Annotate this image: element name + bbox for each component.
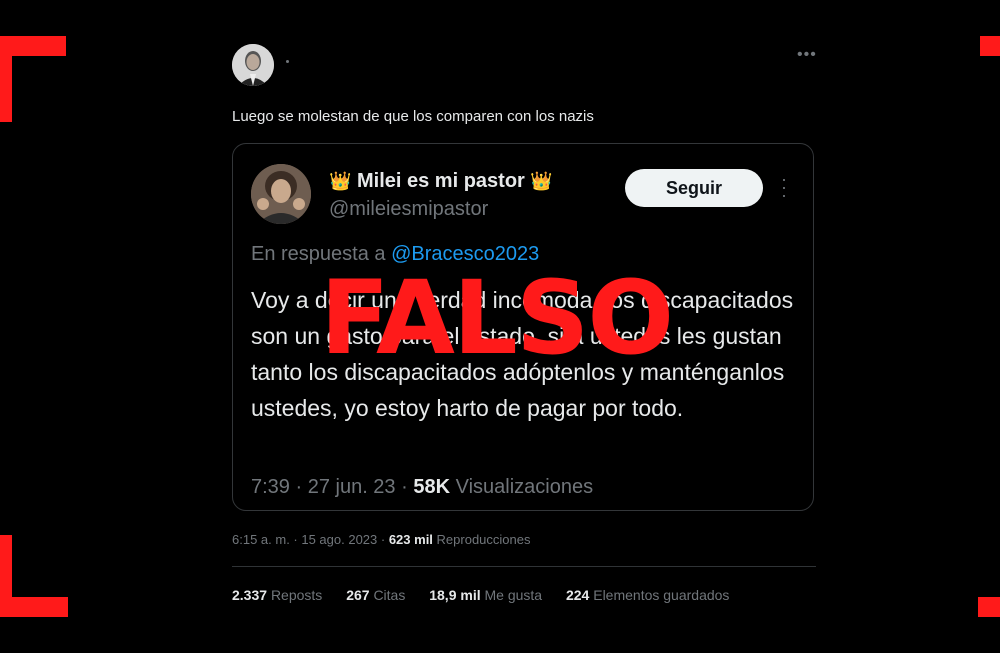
engagement-stats: 2.337 Reposts 267 Citas 18,9 mil Me gust… [232, 587, 749, 603]
bookmarks-stat[interactable]: 224 Elementos guardados [566, 587, 729, 603]
tweet-views-count: 623 mil [388, 532, 433, 547]
likes-count: 18,9 mil [429, 587, 481, 603]
quotes-stat[interactable]: 267 Citas [346, 587, 405, 603]
quoted-timestamp[interactable]: 7:39 · 27 jun. 23 · [251, 476, 413, 498]
more-vertical-icon[interactable]: · · · [781, 170, 787, 204]
divider [232, 566, 816, 567]
crown-icon: 👑 [530, 171, 553, 191]
quoted-display-name-text: Milei es mi pastor [356, 170, 525, 192]
separator-dot [286, 60, 289, 63]
quoted-display-name[interactable]: 👑 Milei es mi pastor 👑 [329, 170, 553, 193]
bookmarks-label: Elementos guardados [593, 587, 730, 603]
quotes-count: 267 [346, 587, 370, 603]
crown-icon: 👑 [329, 171, 352, 191]
quoted-views-label: Visualizaciones [455, 476, 594, 498]
quoted-handle[interactable]: @mileiesmipastor [329, 198, 488, 221]
reposts-count: 2.337 [232, 587, 268, 603]
bookmarks-count: 224 [565, 587, 590, 603]
quotes-label: Citas [373, 587, 406, 603]
corner-bracket-top-left-vertical [0, 36, 12, 122]
reposts-label: Reposts [270, 587, 323, 603]
corner-bracket-bottom-right [978, 597, 1000, 617]
author-avatar[interactable] [232, 44, 274, 86]
falso-stamp: FALSO [320, 259, 674, 378]
more-horizontal-icon[interactable]: ••• [797, 46, 817, 64]
tweet-meta: 6:15 a. m. · 15 ago. 2023 · 623 mil Repr… [232, 532, 531, 547]
corner-bracket-top-right [980, 36, 1000, 56]
quoted-tweet-meta: 7:39 · 27 jun. 23 · 58K Visualizaciones [251, 476, 593, 499]
quoted-author-avatar[interactable] [251, 164, 311, 224]
corner-bracket-bottom-left-vertical [0, 535, 12, 617]
tweet-timestamp[interactable]: 6:15 a. m. · 15 ago. 2023 · [232, 532, 389, 547]
reposts-stat[interactable]: 2.337 Reposts [232, 587, 322, 603]
tweet-text: Luego se molestan de que los comparen co… [232, 108, 594, 125]
tweet-views-label: Reproducciones [436, 532, 531, 547]
likes-stat[interactable]: 18,9 mil Me gusta [429, 587, 542, 603]
likes-label: Me gusta [484, 587, 543, 603]
follow-button[interactable]: Seguir [625, 169, 763, 207]
quoted-views-count: 58K [413, 476, 451, 498]
